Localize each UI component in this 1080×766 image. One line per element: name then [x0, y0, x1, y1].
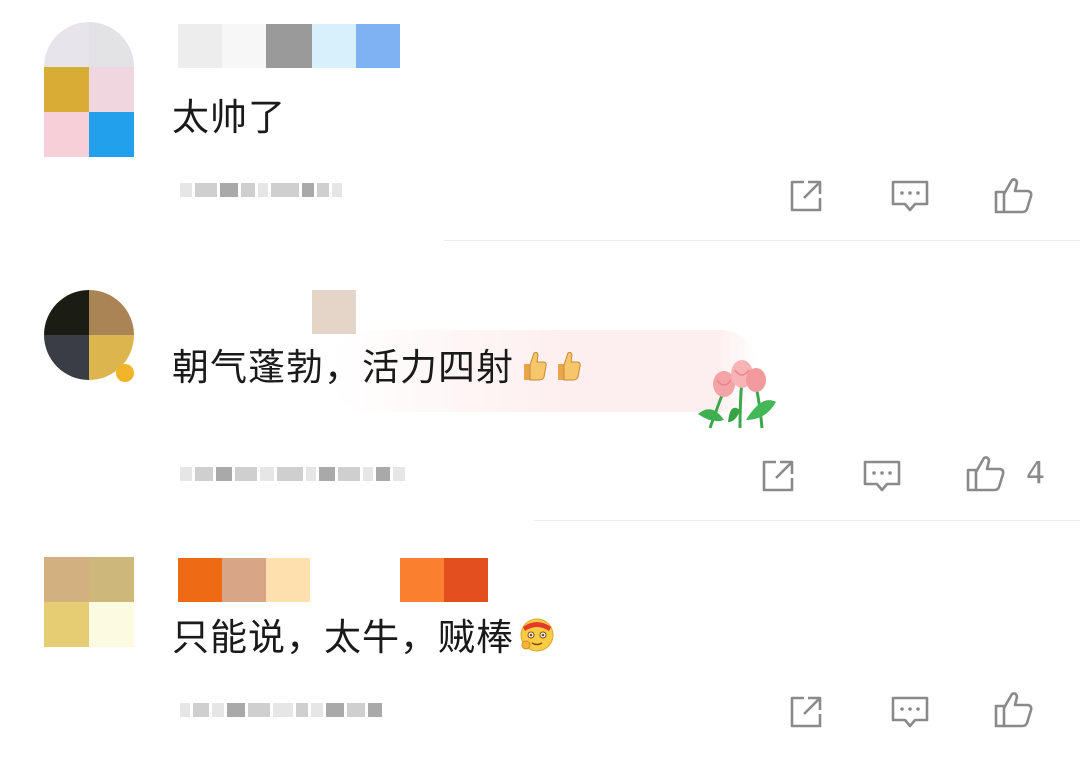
reply-button[interactable] [886, 688, 934, 736]
share-icon [790, 180, 822, 212]
thumbs-up-icon [552, 346, 582, 394]
comment-icon [891, 180, 929, 212]
comment-text: 只能说，太牛，贼棒 [172, 614, 556, 665]
like-button[interactable] [990, 172, 1038, 220]
share-icon [762, 460, 794, 492]
username[interactable] [178, 24, 400, 68]
comment-icon [891, 696, 929, 728]
verified-badge [116, 364, 134, 382]
share-button[interactable] [782, 172, 830, 220]
avatar-lower [44, 67, 134, 157]
like-icon [994, 178, 1033, 214]
share-button[interactable] [754, 452, 802, 500]
comment-item: 朝气蓬勃，活力四射 4 [0, 240, 1080, 521]
share-button[interactable] [782, 688, 830, 736]
thumbs-up-icon [518, 346, 548, 394]
strong-face-icon [518, 615, 556, 665]
like-icon [966, 456, 1005, 492]
tulip-icon [690, 350, 780, 430]
comment-text: 太帅了 [172, 96, 286, 139]
username[interactable] [178, 558, 488, 602]
comment-text: 朝气蓬勃，活力四射 [172, 344, 582, 394]
reply-button[interactable] [886, 172, 934, 220]
comment-item: 太帅了 [0, 0, 1080, 241]
comment-list: 太帅了 朝气蓬勃，活力四射 4 只能说，太牛，贼棒 [0, 0, 1080, 766]
share-icon [790, 696, 822, 728]
timestamp [180, 176, 342, 204]
like-icon [994, 692, 1033, 728]
timestamp [180, 696, 382, 724]
comment-item: 只能说，太牛，贼棒 [0, 520, 1080, 766]
timestamp [180, 460, 405, 488]
username[interactable] [312, 290, 356, 334]
like-button[interactable] [990, 686, 1038, 734]
reply-button[interactable] [858, 452, 906, 500]
avatar[interactable] [44, 557, 134, 647]
comment-icon [863, 460, 901, 492]
like-count: 4 [1026, 456, 1046, 491]
like-button[interactable] [962, 450, 1010, 498]
